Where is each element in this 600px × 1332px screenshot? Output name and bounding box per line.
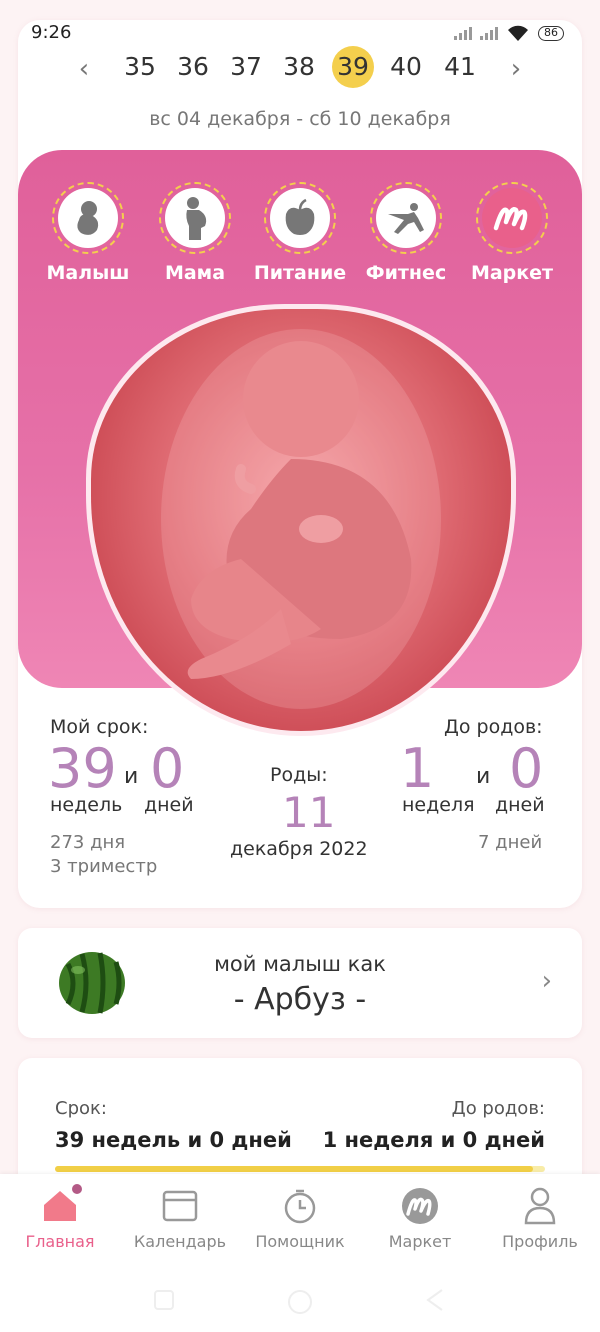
- until-days-total: 7 дней: [478, 832, 543, 853]
- profile-icon: [524, 1187, 556, 1225]
- category-circle: [52, 182, 124, 254]
- calendar-icon: [162, 1190, 198, 1222]
- category-inner: [165, 188, 225, 248]
- baby-icon: [77, 201, 99, 235]
- category-inner: [270, 188, 330, 248]
- category-fitness[interactable]: Фитнес: [356, 182, 456, 284]
- nav-label: Календарь: [133, 1232, 227, 1251]
- progress-until-label: До родов:: [451, 1098, 545, 1119]
- progress-until-value: 1 неделя и 0 дней: [322, 1128, 545, 1152]
- fitness-icon: [388, 203, 424, 234]
- until-and: и: [476, 764, 491, 789]
- baby-size-name: - Арбуз -: [233, 982, 367, 1017]
- fetus-drawing: [161, 329, 441, 709]
- category-label: Питание: [253, 262, 347, 284]
- recent-apps-icon[interactable]: [152, 1288, 176, 1312]
- notification-dot: [72, 1184, 82, 1194]
- nav-calendar[interactable]: Календарь: [120, 1186, 240, 1251]
- back-icon[interactable]: [424, 1288, 446, 1312]
- chevron-right-icon: ›: [541, 966, 552, 996]
- term-weeks-value: 39: [48, 737, 117, 800]
- term-days-total: 273 дня: [50, 832, 126, 853]
- term-and: и: [124, 764, 139, 789]
- date-range: вс 04 декабря - сб 10 декабря: [149, 108, 451, 130]
- nav-icon-wrap: [360, 1186, 480, 1226]
- fetus-illustration: [91, 309, 511, 731]
- nav-icon-wrap: [120, 1186, 240, 1226]
- baby-size-card[interactable]: мой малыш как - Арбуз - ›: [18, 928, 582, 1038]
- category-circle: [264, 182, 336, 254]
- nav-label: Профиль: [502, 1232, 578, 1251]
- system-navigation: [0, 1266, 600, 1332]
- week-navigation: ‹ 35 36 37 38 39 40 41 ›: [0, 46, 600, 90]
- category-circle: [370, 182, 442, 254]
- nav-label: Маркет: [388, 1232, 452, 1251]
- category-inner: [482, 188, 542, 248]
- status-bar: 9:26 86: [0, 0, 600, 46]
- nav-label: Помощник: [255, 1232, 345, 1251]
- progress-term-label: Срок:: [55, 1098, 107, 1119]
- week-37[interactable]: 37: [225, 46, 267, 88]
- category-baby[interactable]: Малыш: [38, 182, 138, 284]
- chevron-left-icon[interactable]: ‹: [74, 54, 94, 84]
- category-circle: [159, 182, 231, 254]
- market-logo-icon: [493, 207, 528, 231]
- home-button-icon[interactable]: [286, 1288, 314, 1316]
- until-title: До родов:: [444, 716, 543, 738]
- until-days-value: 0: [509, 737, 544, 800]
- term-days-value: 0: [150, 737, 185, 800]
- term-title: Мой срок:: [50, 716, 149, 738]
- bottom-navigation: Главная Календарь Помощник Маркет Профил…: [0, 1174, 600, 1266]
- until-days-label: дней: [495, 794, 545, 816]
- until-weeks-value: 1: [400, 737, 435, 800]
- nav-icon-wrap: [480, 1186, 600, 1226]
- until-weeks-label: неделя: [402, 794, 475, 816]
- nav-label: Главная: [25, 1232, 95, 1251]
- category-inner: [58, 188, 118, 248]
- term-weeks-label: недель: [50, 794, 123, 816]
- category-label: Мама: [164, 262, 226, 284]
- category-label: Маркет: [470, 262, 554, 284]
- progress-term-value: 39 недель и 0 дней: [55, 1128, 292, 1152]
- term-days-label: дней: [144, 794, 194, 816]
- category-label: Фитнес: [365, 262, 447, 284]
- week-40[interactable]: 40: [385, 46, 427, 88]
- nav-profile[interactable]: Профиль: [480, 1186, 600, 1251]
- week-35[interactable]: 35: [119, 46, 161, 88]
- nav-assistant[interactable]: Помощник: [240, 1186, 360, 1251]
- nav-icon-wrap: [0, 1186, 120, 1226]
- category-market[interactable]: Маркет: [462, 182, 562, 284]
- chevron-right-icon[interactable]: ›: [506, 54, 526, 84]
- nav-icon-wrap: [240, 1186, 360, 1226]
- birth-title: Роды:: [270, 764, 328, 786]
- signal-icon: [454, 26, 472, 40]
- week-36[interactable]: 36: [172, 46, 214, 88]
- week-38[interactable]: 38: [278, 46, 320, 88]
- week-41[interactable]: 41: [439, 46, 481, 88]
- apple-icon: [285, 198, 315, 235]
- timer-icon: [284, 1189, 316, 1224]
- pregnant-mom-icon: [186, 197, 207, 240]
- nav-home[interactable]: Главная: [0, 1184, 120, 1251]
- category-mom[interactable]: Мама: [145, 182, 245, 284]
- wifi-icon: [508, 25, 528, 41]
- home-icon: [44, 1191, 76, 1221]
- category-inner: [376, 188, 436, 248]
- category-nutrition[interactable]: Питание: [250, 182, 350, 284]
- status-icons: 86: [454, 24, 564, 42]
- week-39-active[interactable]: 39: [332, 46, 374, 88]
- signal-icon-2: [480, 26, 498, 40]
- status-time: 9:26: [31, 22, 72, 43]
- birth-month-year: декабря 2022: [230, 838, 368, 860]
- term-trimester: 3 триместр: [50, 856, 158, 877]
- baby-size-subtitle: мой малыш как: [214, 952, 386, 976]
- category-circle: [476, 182, 548, 254]
- progress-bar: [55, 1166, 545, 1172]
- progress-bar-fill: [55, 1166, 533, 1172]
- market-logo-icon: [402, 1188, 438, 1224]
- nav-market[interactable]: Маркет: [360, 1186, 480, 1251]
- category-label: Малыш: [46, 262, 130, 284]
- birth-day: 11: [282, 788, 336, 837]
- battery-icon: 86: [538, 25, 564, 41]
